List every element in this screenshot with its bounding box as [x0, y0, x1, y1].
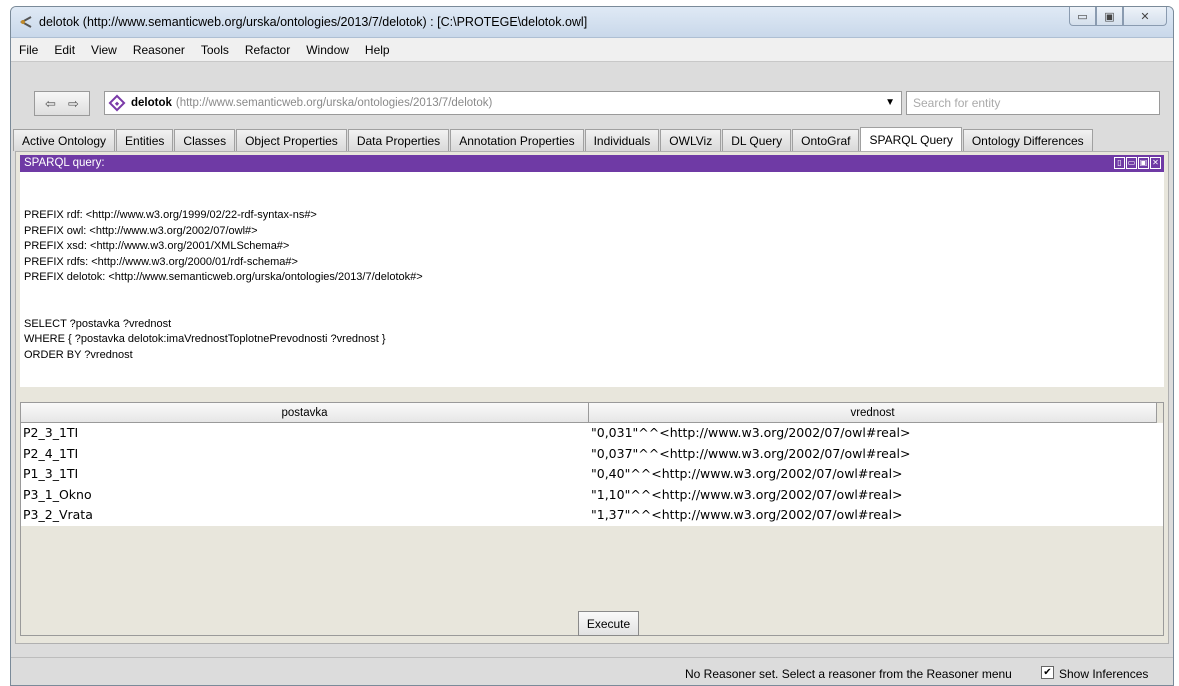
tab-ontograf[interactable]: OntoGraf — [792, 129, 860, 151]
tab-object-properties[interactable]: Object Properties — [236, 129, 347, 151]
entity-search-input[interactable]: Search for entity — [906, 91, 1160, 115]
maximize-button[interactable]: ▣ — [1096, 7, 1123, 26]
query-line: SELECT ?postavka ?vrednost — [24, 317, 172, 330]
show-inferences-label[interactable]: Show Inferences — [1059, 667, 1148, 681]
protege-window: delotok (http://www.semanticweb.org/ursk… — [10, 6, 1174, 686]
status-bar: No Reasoner set. Select a reasoner from … — [11, 657, 1173, 685]
cell-postavka: P1_3_1TI — [23, 466, 79, 481]
window-controls: ▭ ▣ ✕ — [1069, 7, 1167, 27]
menu-bar: File Edit View Reasoner Tools Refactor W… — [11, 38, 1173, 62]
table-row[interactable]: P1_3_1TI "0,40"^^<http://www.w3.org/2002… — [21, 464, 1163, 485]
view-header: SPARQL query: ▯ ▭ ▣ ✕ — [20, 155, 1164, 172]
results-table: postavka vrednost P2_3_1TI "0,031"^^<htt… — [20, 402, 1164, 636]
view-float-icon[interactable]: ▣ — [1138, 157, 1149, 169]
menu-help[interactable]: Help — [365, 43, 390, 57]
ontology-name: delotok — [131, 97, 172, 109]
menu-refactor[interactable]: Refactor — [245, 43, 290, 57]
cell-vrednost: "1,10"^^<http://www.w3.org/2002/07/owl#r… — [591, 486, 903, 502]
cell-vrednost: "0,037"^^<http://www.w3.org/2002/07/owl#… — [591, 445, 911, 461]
tab-individuals[interactable]: Individuals — [584, 129, 660, 151]
view-minimize-icon[interactable]: ▭ — [1126, 157, 1137, 169]
tab-dl-query[interactable]: DL Query — [722, 129, 792, 151]
cell-postavka: P3_2_Vrata — [23, 507, 93, 522]
view-close-icon[interactable]: ✕ — [1150, 157, 1161, 169]
cell-vrednost: "0,031"^^<http://www.w3.org/2002/07/owl#… — [591, 425, 911, 440]
menu-edit[interactable]: Edit — [54, 43, 75, 57]
title-bar: delotok (http://www.semanticweb.org/ursk… — [11, 7, 1173, 38]
view-split-icon[interactable]: ▯ — [1114, 157, 1125, 169]
cell-postavka: P2_4_1TI — [23, 445, 79, 461]
cell-postavka: P2_3_1TI — [23, 425, 79, 440]
execute-button[interactable]: Execute — [578, 611, 639, 636]
ontology-iri: (http://www.semanticweb.org/urska/ontolo… — [175, 97, 493, 109]
forward-arrow-icon[interactable]: ⇨ — [68, 96, 79, 112]
dropdown-arrow-icon[interactable]: ▼ — [885, 97, 895, 108]
query-line — [24, 286, 1160, 302]
tab-active-ontology[interactable]: Active Ontology — [13, 129, 116, 151]
cell-vrednost: "0,40"^^<http://www.w3.org/2002/07/owl#r… — [591, 466, 903, 481]
ontology-icon — [108, 94, 126, 112]
query-line: PREFIX rdfs: <http://www.w3.org/2000/01/… — [24, 255, 298, 268]
query-line: PREFIX xsd: <http://www.w3.org/2001/XMLS… — [24, 240, 290, 252]
table-row[interactable]: P2_4_1TI "0,037"^^<http://www.w3.org/200… — [21, 444, 1163, 465]
tab-annotation-properties[interactable]: Annotation Properties — [450, 129, 584, 151]
query-line: PREFIX delotok: <http://www.semanticweb.… — [24, 271, 423, 283]
menu-view[interactable]: View — [91, 43, 117, 57]
menu-window[interactable]: Window — [306, 43, 349, 57]
minimize-button[interactable]: ▭ — [1069, 7, 1096, 26]
table-row[interactable]: P2_3_1TI "0,031"^^<http://www.w3.org/200… — [21, 423, 1163, 444]
table-row[interactable]: P3_1_Okno "1,10"^^<http://www.w3.org/200… — [21, 485, 1163, 506]
window-title: delotok (http://www.semanticweb.org/ursk… — [39, 15, 588, 29]
history-nav: ⇦ ⇨ — [34, 91, 90, 116]
tab-ontology-differences[interactable]: Ontology Differences — [962, 129, 1093, 151]
cell-vrednost: "1,37"^^<http://www.w3.org/2002/07/owl#r… — [591, 507, 903, 522]
tab-sparql-query[interactable]: SPARQL Query — [860, 127, 962, 151]
cell-postavka: P3_1_Okno — [23, 486, 92, 502]
view-title: SPARQL query: — [24, 157, 105, 169]
tab-entities[interactable]: Entities — [116, 129, 174, 151]
back-arrow-icon[interactable]: ⇦ — [45, 96, 56, 112]
query-line: ORDER BY ?vrednost — [24, 348, 133, 361]
tab-data-properties[interactable]: Data Properties — [347, 129, 450, 151]
query-line: PREFIX rdf: <http://www.w3.org/1999/02/2… — [24, 209, 317, 221]
query-line: WHERE { ?postavka delotok:imaVrednostTop… — [24, 333, 386, 345]
close-button[interactable]: ✕ — [1123, 7, 1167, 26]
column-header-postavka[interactable]: postavka — [21, 403, 589, 423]
sparql-query-editor[interactable]: PREFIX rdf: <http://www.w3.org/1999/02/2… — [20, 172, 1164, 387]
column-header-vrednost[interactable]: vrednost — [589, 403, 1157, 423]
tab-bar: Active Ontology Entities Classes Object … — [11, 127, 1173, 151]
query-line — [24, 301, 1160, 317]
query-line: PREFIX owl: <http://www.w3.org/2002/07/o… — [24, 224, 258, 237]
show-inferences-checkbox[interactable]: ✔ — [1041, 666, 1054, 679]
sparql-query-panel: SPARQL query: ▯ ▭ ▣ ✕ PREFIX rdf: <http:… — [15, 151, 1169, 644]
view-controls: ▯ ▭ ▣ ✕ — [1114, 157, 1161, 169]
menu-reasoner[interactable]: Reasoner — [133, 43, 185, 57]
results-body: P2_3_1TI "0,031"^^<http://www.w3.org/200… — [21, 423, 1163, 526]
menu-tools[interactable]: Tools — [201, 43, 229, 57]
table-row[interactable]: P3_2_Vrata "1,37"^^<http://www.w3.org/20… — [21, 505, 1163, 526]
reasoner-status: No Reasoner set. Select a reasoner from … — [685, 667, 1012, 681]
results-header: postavka vrednost — [21, 403, 1163, 423]
navigation-bar: ⇦ ⇨ delotok (http://www.semanticweb.org/… — [11, 62, 1173, 124]
tab-classes[interactable]: Classes — [174, 129, 236, 151]
menu-file[interactable]: File — [19, 43, 38, 57]
tab-owlviz[interactable]: OWLViz — [660, 129, 722, 151]
ontology-selector[interactable]: delotok (http://www.semanticweb.org/ursk… — [104, 91, 902, 115]
protege-app-icon — [19, 16, 32, 28]
